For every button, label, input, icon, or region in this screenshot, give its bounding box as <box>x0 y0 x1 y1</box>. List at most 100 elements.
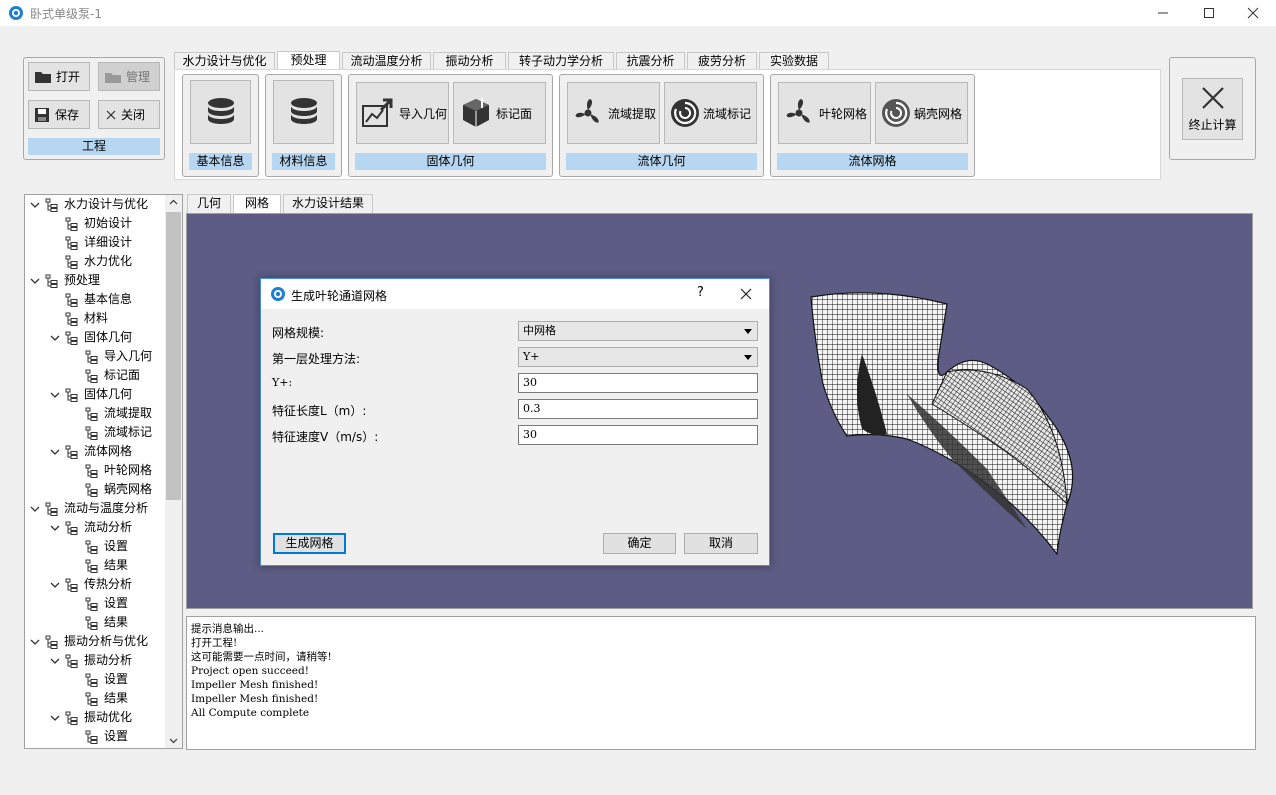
tree-item[interactable]: 结果 <box>69 689 128 708</box>
help-button[interactable]: ? <box>697 285 704 300</box>
close-icon[interactable] <box>740 288 752 300</box>
scroll-up-icon[interactable] <box>169 199 178 205</box>
tree-item[interactable]: 导入几何 <box>69 347 152 366</box>
tree-item[interactable]: 材料 <box>49 309 108 328</box>
tree-item[interactable]: 振动分析与优化 <box>29 632 148 651</box>
tree-item[interactable]: 预处理 <box>29 271 100 290</box>
chevron-down-icon[interactable] <box>29 632 41 651</box>
close-label: 关闭 <box>121 108 146 122</box>
tree-item[interactable]: 初始设计 <box>49 214 132 233</box>
mesh-scale-select[interactable]: 中网格 <box>518 321 758 341</box>
tree-scrollbar[interactable] <box>165 195 182 748</box>
chevron-down-icon[interactable] <box>49 328 61 347</box>
tab-hydraulic-design[interactable]: 水力设计与优化 <box>174 52 275 70</box>
chevron-down-icon[interactable] <box>49 518 61 537</box>
tree-item[interactable]: 结果 <box>69 613 128 632</box>
impeller-mesh-button[interactable]: 叶轮网格 <box>778 82 871 144</box>
yplus-input[interactable]: 30 <box>518 373 758 393</box>
tree-item[interactable]: 流动与温度分析 <box>29 499 148 518</box>
tree-node-icon <box>85 426 99 440</box>
tree-item[interactable]: 设置 <box>69 537 128 556</box>
scroll-down-icon[interactable] <box>169 738 178 744</box>
tree-node-icon <box>65 654 79 668</box>
import-geometry-button[interactable]: 导入几何 <box>356 82 449 144</box>
open-button[interactable]: 打开 <box>28 62 90 91</box>
tree-item[interactable]: 流体网格 <box>49 442 132 461</box>
scroll-thumb[interactable] <box>166 212 181 500</box>
tree-node-icon <box>65 711 79 725</box>
volute-mesh-button[interactable]: 蜗壳网格 <box>875 82 968 144</box>
minimize-button[interactable] <box>1140 0 1186 26</box>
tree-item[interactable]: 振动分析 <box>49 651 132 670</box>
maximize-button[interactable] <box>1186 0 1232 26</box>
tree-item[interactable]: 振动优化 <box>49 708 132 727</box>
tree-item-label: 蜗壳网格 <box>104 482 153 496</box>
tree-item[interactable]: 设置 <box>69 670 128 689</box>
tree-item[interactable]: 流域标记 <box>69 423 152 442</box>
generate-mesh-button[interactable]: 生成网格 <box>273 533 346 554</box>
tree-node-icon <box>85 673 99 687</box>
chevron-down-icon[interactable] <box>49 708 61 727</box>
tree-item[interactable]: 流域提取 <box>69 404 152 423</box>
tree-item[interactable]: 设置 <box>69 727 128 746</box>
tree-item[interactable]: 水力设计与优化 <box>29 195 148 214</box>
chevron-down-icon[interactable] <box>29 499 41 518</box>
cancel-button[interactable]: 取消 <box>684 533 758 554</box>
material-info-button[interactable] <box>273 80 334 144</box>
tree-item[interactable]: 结果 <box>69 556 128 575</box>
database-icon <box>290 98 317 124</box>
tab-hydraulic-result[interactable]: 水力设计结果 <box>283 194 373 213</box>
domain-extract-button[interactable]: 流域提取 <box>567 82 660 144</box>
tree-item[interactable]: 水力优化 <box>49 252 132 271</box>
tree-item[interactable]: 固体几何 <box>49 385 132 404</box>
close-window-button[interactable] <box>1230 0 1276 26</box>
propeller-icon <box>786 99 810 123</box>
save-button[interactable]: 保存 <box>28 100 90 129</box>
tree-item[interactable]: 传热分析 <box>49 575 132 594</box>
project-tree[interactable]: 水力设计与优化 初始设计 详细设计 水力优化 预处理 基本信息 材料 固体几何 导入几何 标记面固… <box>24 194 183 749</box>
tree-item-label: 初始设计 <box>84 216 133 230</box>
domain-mark-button[interactable]: 流域标记 <box>664 82 757 144</box>
tree-item-label: 标记面 <box>104 368 141 382</box>
tree-item[interactable]: 详细设计 <box>49 233 132 252</box>
tab-flow-temperature[interactable]: 流动温度分析 <box>342 52 431 70</box>
cube-icon <box>463 98 489 127</box>
velocity-input[interactable]: 30 <box>518 425 758 445</box>
length-input[interactable]: 0.3 <box>518 399 758 419</box>
chevron-down-icon[interactable] <box>49 651 61 670</box>
tab-vibration[interactable]: 振动分析 <box>433 52 506 70</box>
tree-item[interactable]: 固体几何 <box>49 328 132 347</box>
tab-experiment-data[interactable]: 实验数据 <box>759 52 829 70</box>
tree-item[interactable]: 蜗壳网格 <box>69 480 152 499</box>
chevron-down-icon[interactable] <box>29 195 41 214</box>
tree-item[interactable]: 设置 <box>69 594 128 613</box>
tree-node-icon <box>65 388 79 402</box>
tree-item[interactable]: 标记面 <box>69 366 140 385</box>
basic-info-button[interactable] <box>190 80 251 144</box>
tree-item[interactable]: 流动分析 <box>49 518 132 537</box>
tree-item[interactable]: 叶轮网格 <box>69 461 152 480</box>
tab-geometry[interactable]: 几何 <box>187 194 231 213</box>
length-label: 特征长度L（m）: <box>272 404 367 418</box>
close-project-button[interactable]: 关闭 <box>98 100 160 129</box>
tab-fatigue[interactable]: 疲劳分析 <box>687 52 757 70</box>
ok-button[interactable]: 确定 <box>603 533 676 554</box>
tree-item[interactable]: 基本信息 <box>49 290 132 309</box>
tab-seismic[interactable]: 抗震分析 <box>616 52 685 70</box>
tab-mesh[interactable]: 网格 <box>233 194 281 213</box>
maximize-icon <box>1204 8 1214 18</box>
chevron-down-icon[interactable] <box>49 575 61 594</box>
tab-rotor-dynamics[interactable]: 转子动力学分析 <box>508 52 614 70</box>
chevron-down-icon[interactable] <box>49 442 61 461</box>
manage-button[interactable]: 管理 <box>98 62 160 91</box>
tree-node-icon <box>45 502 59 516</box>
tab-preprocessing[interactable]: 预处理 <box>277 51 340 71</box>
chevron-down-icon[interactable] <box>29 271 41 290</box>
chevron-down-icon[interactable] <box>49 385 61 404</box>
stop-compute-button[interactable]: 终止计算 <box>1182 78 1243 140</box>
first-layer-select[interactable]: Y+ <box>518 347 758 367</box>
mark-surface-button[interactable]: 标记面 <box>453 82 546 144</box>
tree-node-icon <box>65 578 79 592</box>
